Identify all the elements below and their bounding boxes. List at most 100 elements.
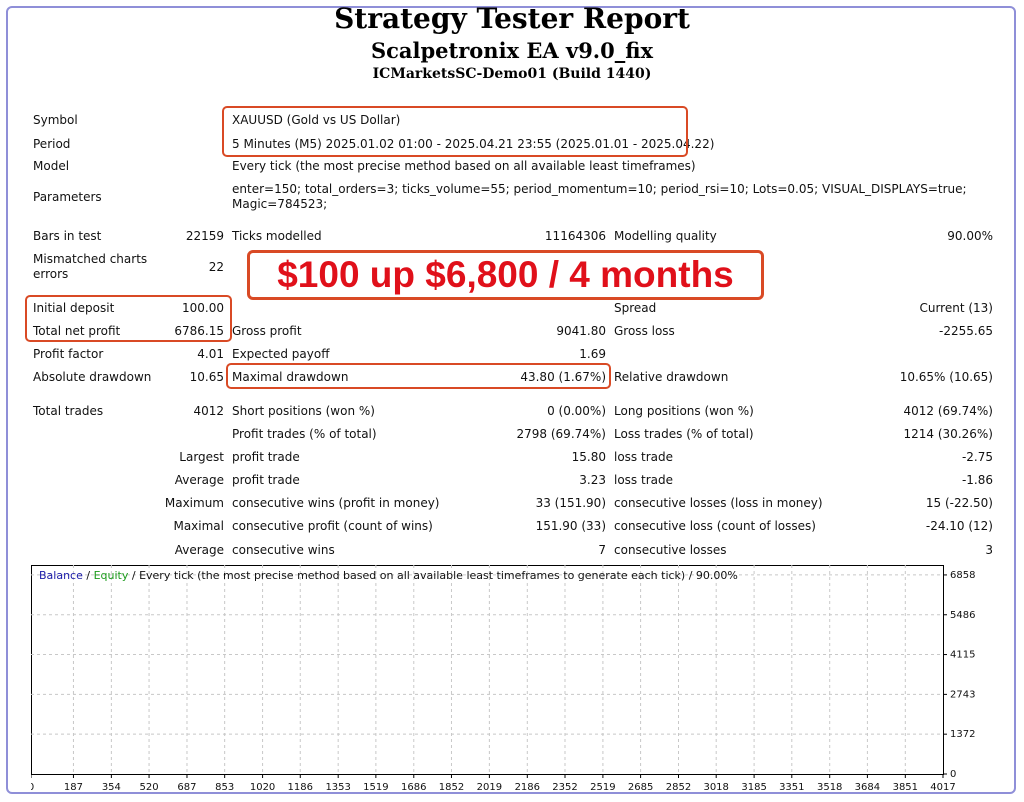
avg-cons-losses-label: consecutive losses (614, 543, 727, 557)
parameters-label: Parameters (33, 190, 102, 204)
avg-cons-wins-value: 7 (598, 543, 606, 557)
abs-drawdown-value: 10.65 (189, 370, 224, 384)
server-build: ICMarketsSC-Demo01 (Build 1440) (372, 66, 652, 82)
mismatch-label-2: errors (33, 267, 69, 281)
x-tick-label: 3018 (703, 782, 728, 793)
mismatch-label-1: Mismatched charts (33, 252, 148, 266)
ticks-label: Ticks modelled (232, 229, 322, 243)
maximal-cons-profit-label: consecutive profit (count of wins) (232, 519, 433, 533)
rel-drawdown-label: Relative drawdown (614, 370, 729, 384)
profit-trades-label: Profit trades (% of total) (232, 427, 377, 441)
spread-label: Spread (614, 301, 657, 315)
y-tick-label: 5486 (950, 610, 975, 621)
loss-trades-label: Loss trades (% of total) (614, 427, 754, 441)
avg-label: Average (174, 543, 224, 557)
maximal-cons-loss-label: consecutive loss (count of losses) (614, 519, 816, 533)
x-tick-label: 1020 (250, 782, 275, 793)
period-label: Period (33, 137, 71, 151)
rel-drawdown-value: 10.65% (10.65) (899, 370, 993, 384)
bars-value: 22159 (185, 229, 224, 243)
report-title: Strategy Tester Report (334, 2, 690, 35)
short-label: Short positions (won %) (232, 404, 375, 418)
average-loss-value: -1.86 (961, 473, 993, 487)
legend-equity: Equity (93, 569, 129, 582)
x-tick-label: 1186 (288, 782, 313, 793)
profit-trades-value: 2798 (69.74%) (516, 427, 606, 441)
maximal-label: Maximal (173, 519, 224, 533)
chart-plot-area (31, 565, 944, 775)
max-cons-wins-label: consecutive wins (profit in money) (232, 496, 440, 510)
largest-loss-value: -2.75 (961, 450, 993, 464)
parameters-value-line1: enter=150; total_orders=3; ticks_volume=… (232, 182, 967, 196)
profit-factor-label: Profit factor (33, 347, 104, 361)
gross-profit-label: Gross profit (232, 324, 302, 338)
x-tick-label: 1519 (363, 782, 388, 793)
legend-separator-2: / (128, 569, 140, 582)
x-tick-label: 3518 (817, 782, 842, 793)
largest-profit-label: profit trade (232, 450, 300, 464)
x-tick-label: 2685 (628, 782, 653, 793)
x-tick-label: 3684 (855, 782, 880, 793)
average-label: Average (174, 473, 224, 487)
chart-legend: Balance / Equity / Every tick (the most … (39, 569, 738, 582)
mismatch-value: 22 (208, 260, 224, 274)
symbol-label: Symbol (33, 113, 78, 127)
spread-value: Current (13) (919, 301, 993, 315)
y-tick-label: 0 (950, 769, 956, 780)
x-tick-label: 853 (215, 782, 234, 793)
legend-balance: Balance (39, 569, 83, 582)
maximal-cons-profit-value: 151.90 (33) (535, 519, 606, 533)
model-value: Every tick (the most precise method base… (232, 159, 696, 173)
expected-payoff-value: 1.69 (579, 347, 606, 361)
x-tick-label: 2519 (590, 782, 615, 793)
balance-equity-chart: 0 187 354 520 687 853 1020 1186 1353 1519 1686 1852… (31, 565, 975, 793)
profit-banner: $100 up $6,800 / 4 months (247, 250, 764, 300)
ea-name: Scalpetronix EA v9.0_fix (370, 38, 654, 63)
y-tick-label: 4115 (950, 650, 975, 661)
gross-profit-value: 9041.80 (556, 324, 606, 338)
x-tick-label: 2352 (552, 782, 577, 793)
bars-label: Bars in test (33, 229, 102, 243)
x-tick-label: 1353 (325, 782, 350, 793)
x-tick-label: 1686 (401, 782, 426, 793)
avg-cons-losses-value: 3 (985, 543, 993, 557)
long-label: Long positions (won %) (614, 404, 754, 418)
gross-loss-label: Gross loss (614, 324, 675, 338)
x-tick-label: 687 (177, 782, 196, 793)
x-tick-label: 2852 (666, 782, 691, 793)
profit-factor-value: 4.01 (197, 347, 224, 361)
total-trades-label: Total trades (33, 404, 104, 418)
long-value: 4012 (69.74%) (903, 404, 993, 418)
x-tick-label: 3851 (893, 782, 918, 793)
x-tick-label: 0 (31, 782, 34, 793)
abs-drawdown-label: Absolute drawdown (33, 370, 152, 384)
x-tick-label: 3185 (741, 782, 766, 793)
ticks-value: 11164306 (544, 229, 606, 243)
y-tick-label: 2743 (950, 689, 975, 700)
max-cons-losses-label: consecutive losses (loss in money) (614, 496, 823, 510)
legend-description: Every tick (the most precise method base… (139, 569, 738, 582)
gross-loss-value: -2255.65 (939, 324, 993, 338)
short-value: 0 (0.00%) (547, 404, 606, 418)
total-trades-value: 4012 (193, 404, 224, 418)
maximum-label: Maximum (164, 496, 224, 510)
max-cons-losses-value: 15 (-22.50) (925, 496, 993, 510)
legend-separator-1: / (82, 569, 94, 582)
x-tick-label: 354 (102, 782, 121, 793)
parameters-value-line2: Magic=784523; (232, 197, 328, 211)
max-cons-wins-value: 33 (151.90) (535, 496, 606, 510)
y-tick-label: 1372 (950, 729, 975, 740)
average-loss-label: loss trade (614, 473, 673, 487)
maximal-cons-loss-value: -24.10 (12) (925, 519, 993, 533)
quality-value: 90.00% (947, 229, 993, 243)
x-tick-label: 520 (140, 782, 159, 793)
symbol-period-highlight (222, 106, 688, 157)
x-tick-label: 2019 (477, 782, 502, 793)
average-profit-label: profit trade (232, 473, 300, 487)
avg-cons-wins-label: consecutive wins (232, 543, 335, 557)
deposit-profit-highlight (25, 295, 232, 342)
x-tick-label: 3351 (779, 782, 804, 793)
max-drawdown-highlight (226, 363, 611, 389)
x-tick-label: 2186 (515, 782, 540, 793)
model-label: Model (33, 159, 70, 173)
